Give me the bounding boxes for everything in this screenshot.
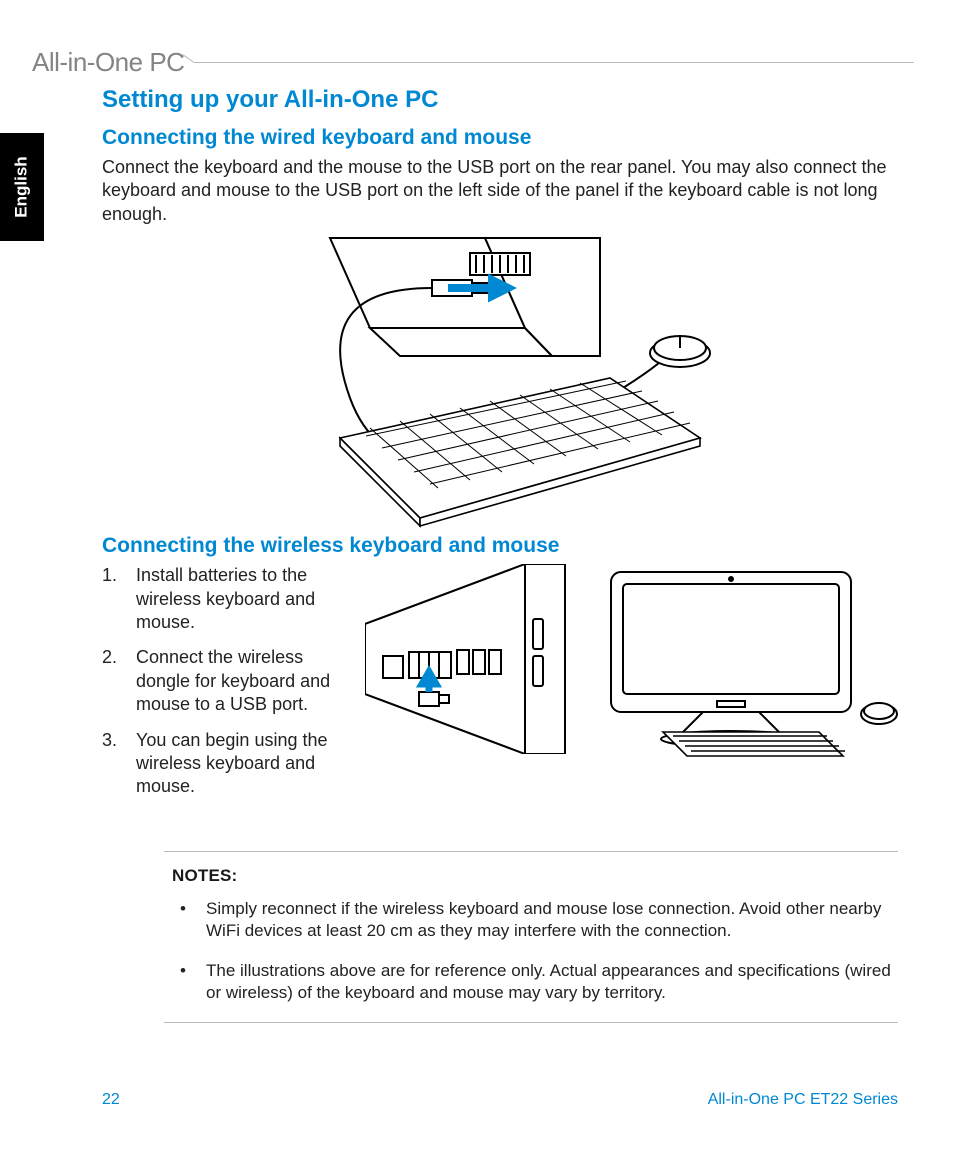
- notes-list: Simply reconnect if the wireless keyboar…: [172, 898, 894, 1004]
- page-number: 22: [102, 1091, 120, 1109]
- section-wireless-row: Install batteries to the wireless keyboa…: [102, 564, 898, 811]
- page-footer: 22 All-in-One PC ET22 Series: [102, 1091, 898, 1109]
- section-heading-wired: Connecting the wired keyboard and mouse: [102, 126, 898, 150]
- figure-wired-connection: [270, 228, 730, 528]
- header-title: All-in-One PC: [0, 47, 194, 78]
- ordered-steps: Install batteries to the wireless keyboa…: [102, 564, 357, 799]
- page-title: Setting up your All-in-One PC: [102, 86, 898, 114]
- step-item: You can begin using the wireless keyboar…: [102, 729, 357, 799]
- notes-item: The illustrations above are for referenc…: [172, 960, 894, 1004]
- notes-block: NOTES: Simply reconnect if the wireless …: [164, 851, 898, 1023]
- figure-wireless-setup: [583, 564, 903, 764]
- figure-dongle-insert: [365, 564, 575, 754]
- header-rule: [194, 62, 914, 63]
- paragraph-wired: Connect the keyboard and the mouse to th…: [102, 156, 898, 226]
- notes-item: Simply reconnect if the wireless keyboar…: [172, 898, 894, 942]
- step-item: Connect the wireless dongle for keyboard…: [102, 646, 357, 716]
- page-content: Setting up your All-in-One PC Connecting…: [102, 86, 898, 1023]
- language-tab: English: [0, 133, 44, 241]
- page-header: All-in-One PC: [0, 47, 954, 77]
- step-item: Install batteries to the wireless keyboa…: [102, 564, 357, 634]
- section-heading-wireless: Connecting the wireless keyboard and mou…: [102, 534, 898, 558]
- series-label: All-in-One PC ET22 Series: [708, 1091, 898, 1109]
- language-label: English: [12, 156, 32, 217]
- notes-label: NOTES:: [172, 866, 894, 886]
